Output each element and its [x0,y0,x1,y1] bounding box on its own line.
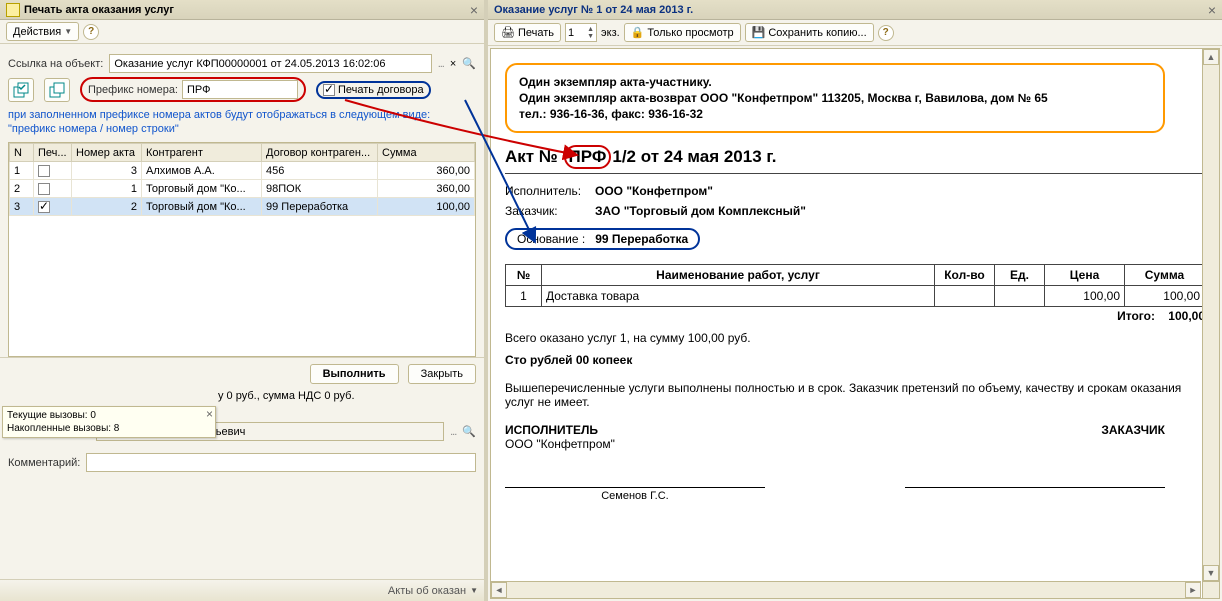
right-title: Оказание услуг № 1 от 24 мая 2013 г. [494,4,1208,16]
link-label: Ссылка на объект: [8,58,103,70]
comment-label: Комментарий: [8,457,80,469]
vscrollbar[interactable]: ▲▼ [1202,49,1219,581]
calls-popup: × Текущие вызовы: 0 Накопленные вызовы: … [2,406,216,438]
actions-menu[interactable]: Действия▼ [6,22,79,41]
right-titlebar: Оказание услуг № 1 от 24 мая 2013 г. × [488,0,1222,20]
total-words: Сто рублей 00 копеек [505,353,1205,367]
copies-label: экз. [601,27,620,39]
signatures: ИСПОЛНИТЕЛЬ ООО "Конфетпром" Семенов Г.С… [505,423,1165,502]
claim-text: Вышеперечисленные услуги выполнены полно… [505,381,1205,409]
popup-close-icon[interactable]: × [206,408,213,421]
window-icon [6,3,20,17]
basis-highlight: Основание : 99 Переработка [505,228,700,250]
link-select[interactable]: ... [438,58,444,70]
col-print[interactable]: Печ... [34,144,72,162]
table-row: 1 Доставка товара 100,00 100,00 [506,286,1205,307]
prefix-input[interactable] [182,80,298,99]
print-button[interactable]: 🖨 Печать [494,23,561,42]
prefix-group: Префикс номера: [80,77,306,102]
left-title: Печать акта оказания услуг [24,4,470,16]
col-actno[interactable]: Номер акта [72,144,142,162]
print-contract-group: Печать договора [316,81,431,99]
act-title: Акт № ПРФ 1/2 от 24 мая 2013 г. [505,145,1205,174]
table-row[interactable]: 21Торговый дом "Ко...98ПОК360,00 [10,180,475,198]
link-field[interactable] [109,54,431,73]
row-checkbox[interactable] [38,165,50,177]
save-copy-button[interactable]: 💾 Сохранить копию... [745,23,874,42]
left-statusbar: Акты об оказан▼ [0,579,484,601]
right-help-icon[interactable]: ? [878,25,894,41]
check-all-button[interactable] [8,78,34,102]
document-view: Один экземпляр акта-участнику. Один экзе… [491,49,1219,512]
close-icon[interactable]: × [470,2,478,18]
uncheck-all-button[interactable] [44,78,70,102]
services-table: №Наименование работ, услугКол-воЕд.ЦенаС… [505,264,1205,307]
left-toolbar: Действия▼ ? [0,20,484,44]
col-counterparty[interactable]: Контрагент [142,144,262,162]
popup-line1: Текущие вызовы: 0 [7,409,211,422]
status-text: Акты об оказан [388,585,466,597]
responsible-select[interactable]: ... [450,426,456,438]
col-n[interactable]: N [10,144,34,162]
buttons-row: Выполнить Закрыть [0,357,484,388]
right-toolbar: 🖨 Печать 1▲▼ экз. 🔒 Только просмотр 💾 Со… [488,20,1222,46]
prefix-hint: при заполненном префиксе номера актов бу… [8,108,476,136]
prefix-label: Префикс номера: [88,84,178,96]
print-contract-label: Печать договора [338,84,424,96]
act-prefix-highlight: ПРФ [564,145,612,169]
comment-field[interactable] [86,453,476,472]
hscrollbar[interactable]: ◄► [491,581,1201,598]
col-contract[interactable]: Договор контраген... [262,144,378,162]
table-row[interactable]: 32Торговый дом "Ко...99 Переработка100,0… [10,198,475,216]
help-icon[interactable]: ? [83,24,99,40]
close-button[interactable]: Закрыть [408,364,476,384]
left-titlebar: Печать акта оказания услуг × [0,0,484,20]
link-lookup-icon[interactable]: 🔍 [462,57,476,70]
popup-line2: Накопленные вызовы: 8 [7,422,211,435]
row-checkbox[interactable] [38,201,50,213]
print-contract-checkbox[interactable] [323,84,335,96]
row-checkbox[interactable] [38,183,50,195]
link-clear[interactable]: × [450,58,456,70]
total-line: Всего оказано услуг 1, на сумму 100,00 р… [505,331,1205,345]
table-row[interactable]: 13Алхимов А.А.456360,00 [10,162,475,180]
col-sum[interactable]: Сумма [378,144,475,162]
copies-spinner[interactable]: 1▲▼ [565,23,597,42]
run-button[interactable]: Выполнить [310,364,399,384]
acts-grid[interactable]: N Печ... Номер акта Контрагент Договор к… [8,142,476,357]
view-only-button[interactable]: 🔒 Только просмотр [624,23,741,42]
zero-summary: у 0 руб., сумма НДС 0 руб. [218,390,355,402]
responsible-lookup-icon[interactable]: 🔍 [462,425,476,438]
right-close-icon[interactable]: × [1208,2,1216,18]
recipient-info-box: Один экземпляр акта-участнику. Один экзе… [505,63,1165,133]
